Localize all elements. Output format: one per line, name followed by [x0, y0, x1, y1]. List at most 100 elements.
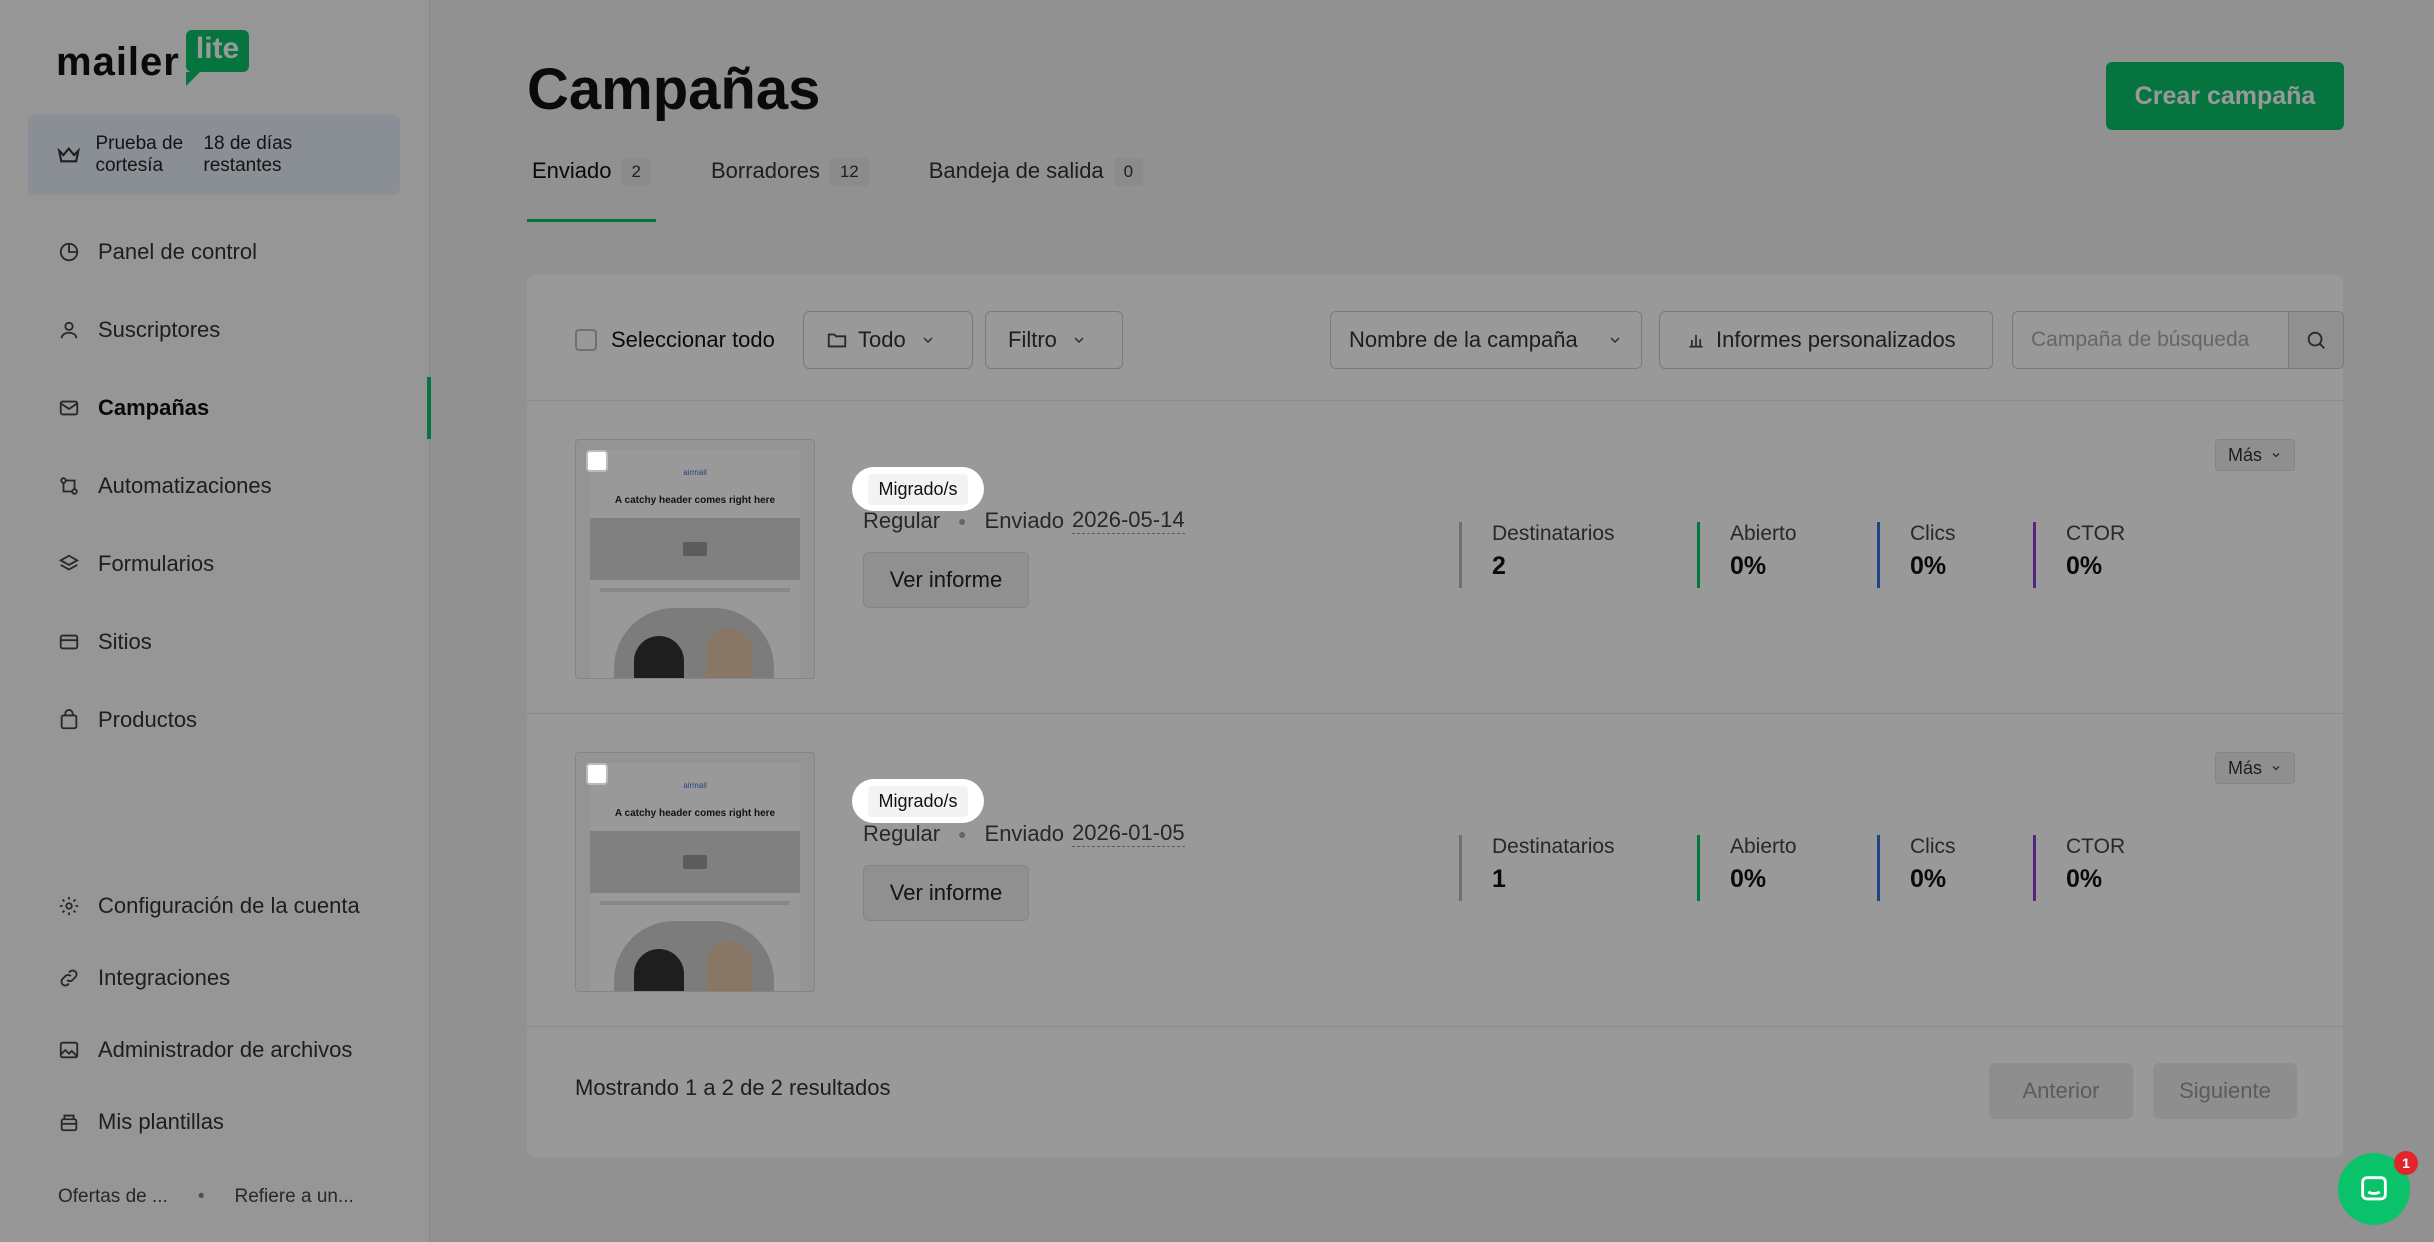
more-dropdown[interactable]: Más — [2214, 439, 2295, 471]
sidebar-item-templates[interactable]: Mis plantillas — [0, 1086, 430, 1158]
stat-label: CTOR — [2066, 522, 2126, 545]
preview-header: A catchy header comes right here — [614, 495, 776, 506]
chevron-down-icon — [1074, 337, 1084, 343]
tab-label: Enviado — [532, 158, 612, 183]
row-checkbox[interactable] — [586, 450, 608, 472]
sidebar-item-account-settings[interactable]: Configuración de la cuenta — [0, 870, 430, 942]
sort-dropdown[interactable]: Nombre de la campaña — [1330, 311, 1642, 369]
bar-chart-icon — [1689, 335, 1703, 348]
next-page-button[interactable]: Siguiente — [2153, 1063, 2297, 1119]
sidebar-item-label: Campañas — [98, 395, 210, 420]
campaign-thumbnail[interactable]: airmail A catchy header comes right here — [575, 439, 815, 679]
preview-text-line — [600, 588, 790, 592]
sidebar-item-forms[interactable]: Formularios — [0, 525, 430, 603]
campaign-meta: Regular ● Enviado 2026-05-14 — [863, 507, 1185, 534]
sidebar-item-products[interactable]: Productos — [0, 681, 430, 759]
stat-open: Abierto 0% — [1697, 522, 1877, 588]
sidebar-item-automations[interactable]: Automatizaciones — [0, 447, 430, 525]
campaign-thumbnail[interactable]: airmail A catchy header comes right here — [575, 752, 815, 992]
custom-reports-button[interactable]: Informes personalizados — [1659, 311, 1993, 369]
tab-sent[interactable]: Enviado 2 — [527, 148, 656, 222]
more-dropdown[interactable]: Más — [2214, 752, 2295, 784]
sidebar-item-label: Configuración de la cuenta — [98, 893, 360, 918]
mail-icon — [59, 400, 79, 416]
stat-label: Abierto — [1730, 835, 1797, 858]
campaign-sent-date: 2026-05-14 — [1072, 507, 1185, 534]
sidebar-item-label: Panel de control — [98, 239, 257, 264]
more-label: Más — [2227, 444, 2262, 465]
sidebar-item-label: Administrador de archivos — [98, 1037, 353, 1062]
tab-count-badge: 0 — [1113, 158, 1144, 186]
link-icon — [60, 969, 78, 987]
row-checkbox[interactable] — [586, 763, 608, 785]
chat-launcher-button[interactable]: 1 — [2338, 1151, 2418, 1225]
results-count: Mostrando 1 a 2 de 2 resultados — [575, 1075, 891, 1100]
stat-value: 2 — [1492, 552, 1506, 580]
trial-label: Prueba de cortesía — [95, 133, 184, 176]
preview-text-line — [600, 901, 790, 905]
preview-photo — [614, 608, 774, 678]
filter-dropdown[interactable]: Filtro — [985, 311, 1123, 369]
sidebar-item-integrations[interactable]: Integraciones — [0, 942, 430, 1014]
stat-value: 0% — [1910, 552, 1947, 580]
sidebar-item-label: Sitios — [98, 629, 152, 654]
offers-link[interactable]: Ofertas de ... — [58, 1186, 168, 1208]
stat-clicks: Clics 0% — [1877, 522, 2033, 588]
preview-photo — [614, 921, 774, 991]
select-all-checkbox[interactable]: Seleccionar todo — [575, 311, 775, 369]
campaign-type: Regular — [863, 507, 941, 533]
video-placeholder-icon — [590, 518, 800, 580]
sidebar-item-dashboard[interactable]: Panel de control — [0, 213, 430, 291]
stat-value: 1 — [1492, 865, 1506, 893]
sidebar-item-file-manager[interactable]: Administrador de archivos — [0, 1014, 430, 1086]
migrated-badge[interactable]: Migrado/s — [852, 467, 984, 511]
more-label: Más — [2227, 757, 2262, 778]
sidebar-item-label: Integraciones — [98, 965, 231, 990]
checkbox[interactable] — [575, 329, 597, 351]
tab-label: Bandeja de salida — [928, 158, 1104, 183]
separator-dot: • — [197, 1186, 205, 1207]
search-button[interactable] — [2288, 311, 2344, 369]
sidebar-item-subscribers[interactable]: Suscriptores — [0, 291, 430, 369]
campaign-sent-date: 2026-01-05 — [1072, 820, 1185, 847]
folder-icon — [827, 333, 847, 348]
tab-count-badge: 2 — [621, 158, 651, 186]
mailerlite-logo[interactable]: mailer lite — [56, 30, 250, 86]
view-report-button[interactable]: Ver informe — [863, 552, 1029, 608]
campaign-type: Regular — [863, 820, 941, 846]
sidebar-item-sites[interactable]: Sitios — [0, 603, 430, 681]
campaign-toolbar: Seleccionar todo Todo Filtro Nombre de l… — [575, 311, 2344, 369]
trial-days-left: 18 de días restantes — [203, 133, 293, 176]
stat-label: CTOR — [2066, 835, 2126, 858]
tab-outbox[interactable]: Bandeja de salida 0 — [924, 148, 1148, 214]
custom-reports-label: Informes personalizados — [1716, 327, 1956, 352]
previous-page-button[interactable]: Anterior — [1989, 1063, 2133, 1119]
main-nav: Panel de control Suscriptores Campañas A… — [0, 213, 431, 759]
migrated-badge-label: Migrado/s — [868, 473, 968, 505]
preview-header: A catchy header comes right here — [614, 808, 776, 819]
automation-icon — [60, 477, 78, 495]
stat-label: Destinatarios — [1492, 835, 1615, 858]
sidebar-item-label: Suscriptores — [98, 317, 221, 342]
trial-banner[interactable]: Prueba de cortesía 18 de días restantes — [28, 115, 400, 195]
view-report-button[interactable]: Ver informe — [863, 865, 1029, 921]
stat-value: 0% — [1730, 552, 1767, 580]
campaign-sent-label: Enviado — [984, 507, 1065, 533]
refer-link[interactable]: Refiere a un... — [234, 1186, 353, 1208]
campaign-search-input[interactable] — [2012, 311, 2288, 369]
stat-value: 0% — [2066, 865, 2103, 893]
campaign-info: Demo Regular ● Enviado 2026-05-14 Ver in… — [863, 439, 1185, 608]
sidebar-item-campaigns[interactable]: Campañas — [0, 369, 431, 447]
chevron-down-icon — [923, 337, 933, 343]
sort-dropdown-value: Nombre de la campaña — [1349, 327, 1578, 352]
logo-badge: lite — [185, 30, 250, 86]
migrated-badge[interactable]: Migrado/s — [852, 779, 984, 823]
tab-drafts[interactable]: Borradores 12 — [706, 148, 874, 214]
create-campaign-button[interactable]: Crear campaña — [2106, 62, 2344, 130]
tab-label: Borradores — [710, 158, 820, 183]
preview-brand: airmail — [683, 781, 707, 790]
bag-icon — [60, 709, 78, 730]
campaign-info: Prueba Regular ● Enviado 2026-01-05 Ver … — [863, 752, 1185, 921]
folder-dropdown[interactable]: Todo — [803, 311, 973, 369]
stat-label: Destinatarios — [1492, 522, 1615, 545]
